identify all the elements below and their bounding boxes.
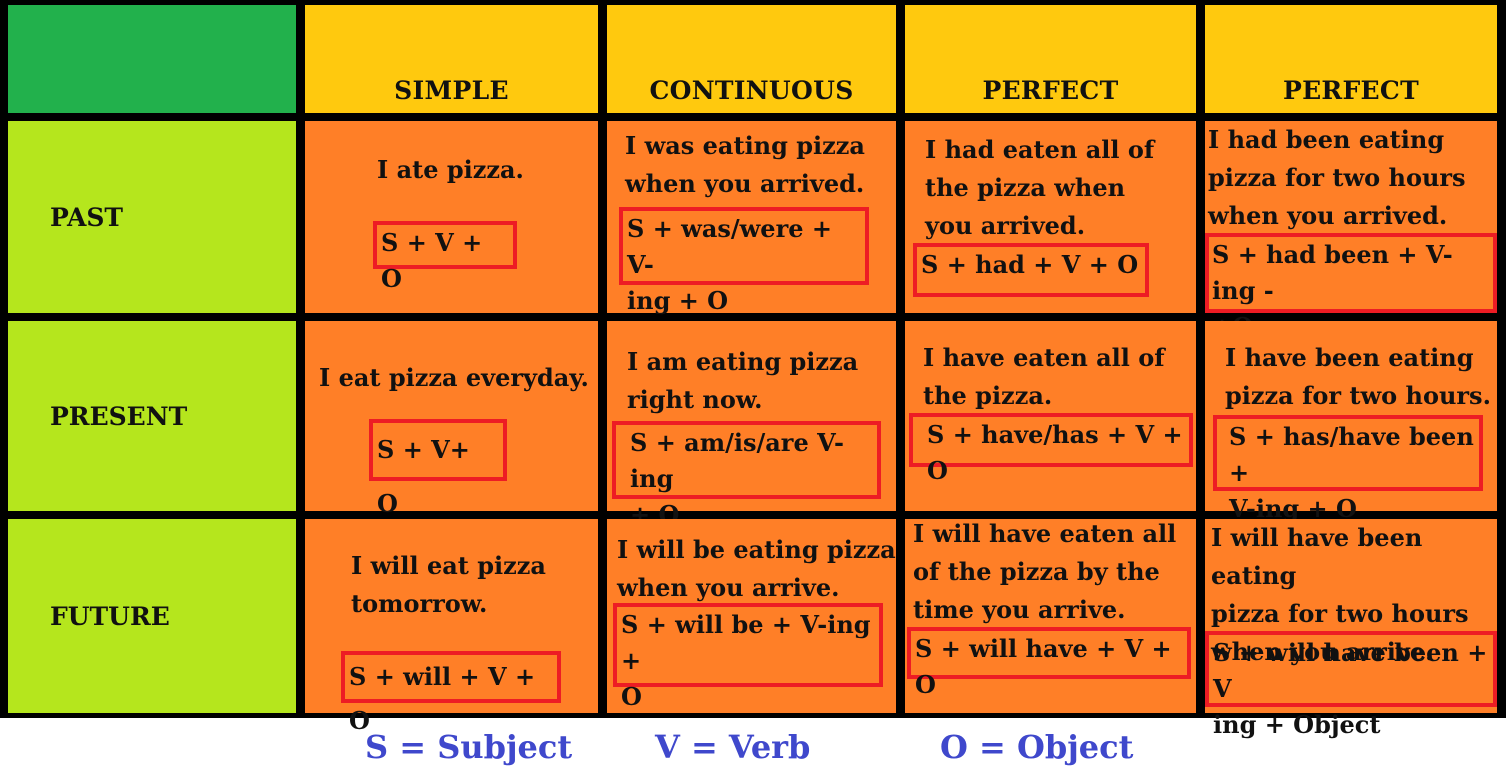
- cell-present-continuous: I am eating pizza right now. S + am/is/a…: [607, 321, 896, 529]
- formula-box: S + has/have been + V-ing + O: [1213, 415, 1483, 523]
- formula-box: S + was/were + V- ing + O: [619, 207, 869, 315]
- formula-box: S + will have + V + O: [907, 627, 1191, 699]
- legend-subject: S = Subject: [365, 728, 573, 766]
- legend-verb: V = Verb: [655, 728, 811, 766]
- row-header-present: PRESENT: [8, 321, 296, 511]
- formula-box: S + have/has + V + O: [909, 413, 1193, 485]
- cell-present-perfect: I have eaten all of the pizza. S + have/…: [905, 321, 1196, 511]
- column-header-continuous: CONTINUOUS: [607, 5, 896, 113]
- cell-present-simple: I eat pizza everyday. S + V+ O: [305, 321, 598, 518]
- example-sentence: I have eaten all of the pizza.: [923, 343, 1165, 410]
- cell-future-continuous: I will be eating pizza when you arrive. …: [607, 519, 896, 713]
- formula-box: S + V + O: [373, 221, 517, 293]
- column-header-perfect: PERFECT: [905, 5, 1196, 113]
- legend-object: O = Object: [940, 728, 1134, 766]
- cell-past-continuous: I was eating pizza when you arrived. S +…: [607, 121, 896, 315]
- example-sentence: I will be eating pizza when you arrive.: [617, 535, 896, 602]
- example-sentence: I am eating pizza right now.: [627, 347, 859, 414]
- example-sentence: I had been eating pizza for two hours wh…: [1208, 125, 1466, 230]
- example-sentence: I ate pizza.: [377, 155, 524, 184]
- example-sentence: I have been eating pizza for two hours.: [1225, 343, 1491, 410]
- corner-cell: [8, 5, 296, 113]
- example-sentence: I eat pizza everyday.: [319, 363, 589, 392]
- cell-future-perfect-continuous: I will have been eating pizza for two ho…: [1205, 519, 1497, 739]
- example-sentence: I was eating pizza when you arrived.: [625, 131, 865, 198]
- formula-box: S + am/is/are V-ing + O: [612, 421, 881, 529]
- example-sentence: I had eaten all of the pizza when you ar…: [925, 135, 1155, 240]
- row-header-future: FUTURE: [8, 519, 296, 713]
- formula-box: S + will be + V-ing + O: [613, 603, 883, 711]
- formula-box: S + will have been + V ing + Object: [1205, 631, 1497, 739]
- tense-table: SIMPLE CONTINUOUS PERFECT PERFECT PAST I…: [0, 0, 1506, 739]
- formula-box: S + had + V + O: [913, 243, 1149, 297]
- cell-present-perfect-continuous: I have been eating pizza for two hours. …: [1205, 321, 1497, 523]
- example-sentence: I will have eaten all of the pizza by th…: [913, 519, 1177, 624]
- formula-box: S + will + V + O: [341, 651, 561, 735]
- cell-past-perfect: I had eaten all of the pizza when you ar…: [905, 121, 1196, 313]
- row-header-past: PAST: [8, 121, 296, 313]
- cell-future-simple: I will eat pizza tomorrow. S + will + V …: [305, 519, 598, 735]
- formula-box: S + had been + V-ing - +O: [1205, 233, 1497, 341]
- cell-past-perfect-continuous: I had been eating pizza for two hours wh…: [1205, 121, 1497, 341]
- column-header-perfect-continuous: PERFECT: [1205, 5, 1497, 113]
- example-sentence: I will eat pizza tomorrow.: [351, 551, 546, 618]
- cell-past-simple: I ate pizza. S + V + O: [305, 121, 598, 313]
- formula-box: S + V+ O: [369, 419, 507, 518]
- cell-future-perfect: I will have eaten all of the pizza by th…: [905, 519, 1196, 713]
- column-header-simple: SIMPLE: [305, 5, 598, 113]
